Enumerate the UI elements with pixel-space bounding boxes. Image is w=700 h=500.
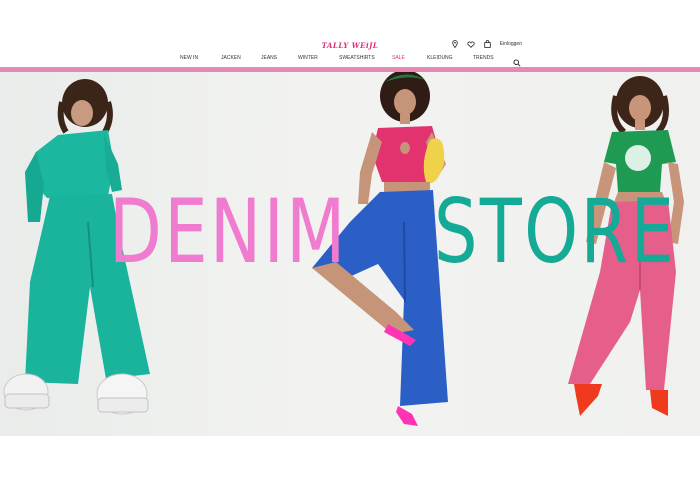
- nav-item-winter[interactable]: WINTER: [298, 55, 318, 61]
- hero-headline-store: STORE: [434, 180, 677, 283]
- nav-item-kleidung[interactable]: KLEIDUNG: [427, 55, 453, 61]
- main-navigation: NEW IN JACKEN JEANS WINTER SWEATSHIRTS S…: [0, 55, 700, 67]
- location-pin-icon[interactable]: [452, 40, 458, 48]
- nav-item-sweatshirts[interactable]: SWEATSHIRTS: [339, 55, 375, 61]
- nav-item-jacken[interactable]: JACKEN: [221, 55, 241, 61]
- nav-item-new-in[interactable]: NEW IN: [180, 55, 198, 61]
- brand-logo[interactable]: TALLY WEiJL: [0, 41, 700, 50]
- nav-item-jeans[interactable]: JEANS: [261, 55, 277, 61]
- nav-item-trends[interactable]: TRENDS: [473, 55, 494, 61]
- login-link[interactable]: Einloggen: [500, 41, 522, 47]
- nav-item-sale[interactable]: SALE: [392, 55, 405, 61]
- heart-icon[interactable]: [467, 41, 475, 48]
- header-utilities: Einloggen: [452, 39, 522, 49]
- hero-headline-denim: DENIM: [109, 180, 348, 283]
- bag-icon[interactable]: [484, 40, 491, 48]
- site-header: TALLY WEiJL Einloggen NEW IN JACKEN JEAN…: [0, 38, 700, 68]
- hero-banner[interactable]: DENIM STORE: [0, 72, 700, 436]
